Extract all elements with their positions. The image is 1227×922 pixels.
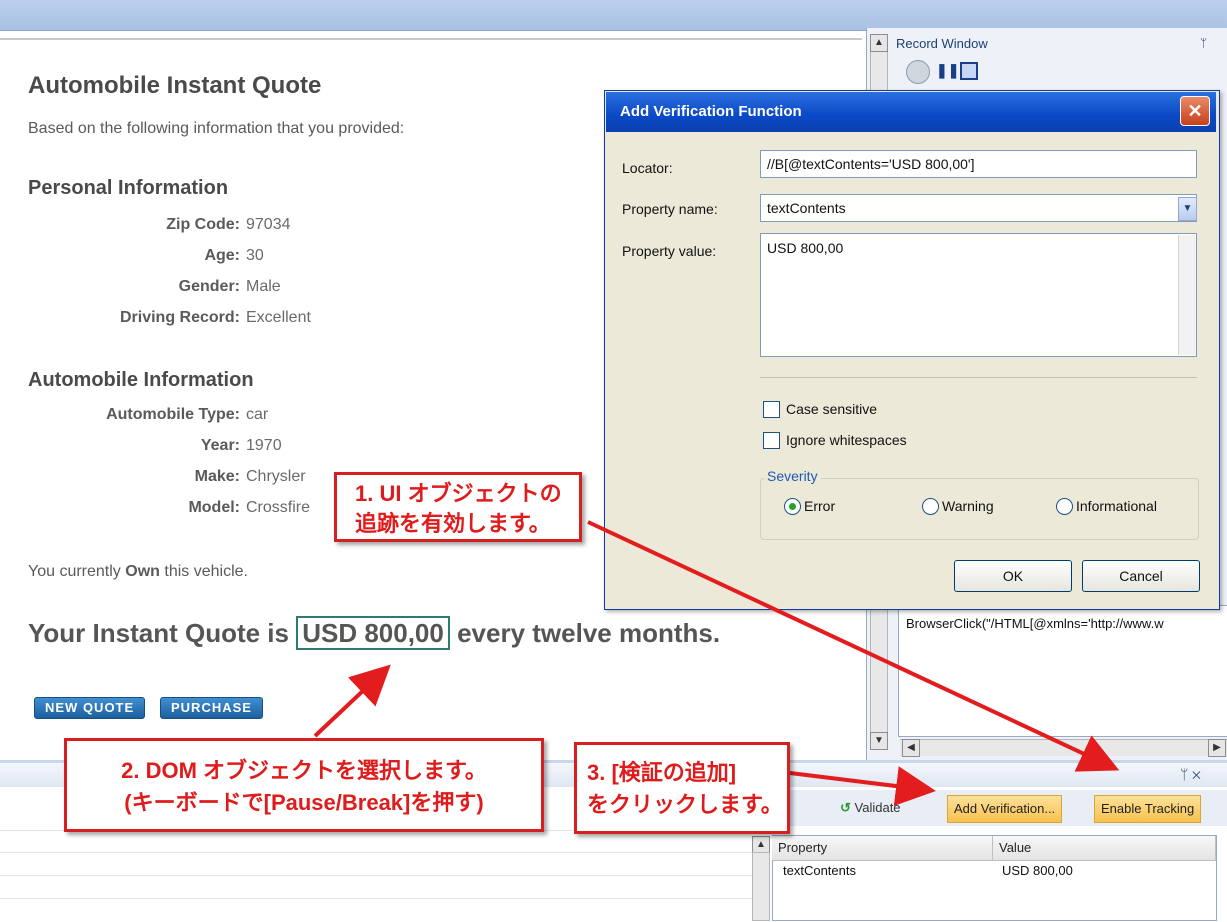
callout-1-line2: 追跡を有効します。 <box>355 511 551 536</box>
arrow-2 <box>313 664 391 738</box>
callout-3-line2: をクリックします。 <box>587 792 783 817</box>
callout-3-line1: 3. [検証の追加] <box>587 760 737 785</box>
callout-2: 2. DOM オブジェクトを選択します。 (キーボードで[Pause/Break… <box>64 738 544 832</box>
callout-3: 3. [検証の追加] をクリックします。 <box>574 742 790 834</box>
callout-1: 1. UI オブジェクトの 追跡を有効します。 <box>334 472 582 542</box>
callout-1-line1: 1. UI オブジェクトの <box>355 481 562 506</box>
arrow-3 <box>789 766 936 806</box>
callout-2-line1: 2. DOM オブジェクトを選択します。 <box>121 758 487 783</box>
callout-2-line2: (キーボードで[Pause/Break]を押す) <box>124 790 484 815</box>
arrow-1 <box>587 520 1120 772</box>
